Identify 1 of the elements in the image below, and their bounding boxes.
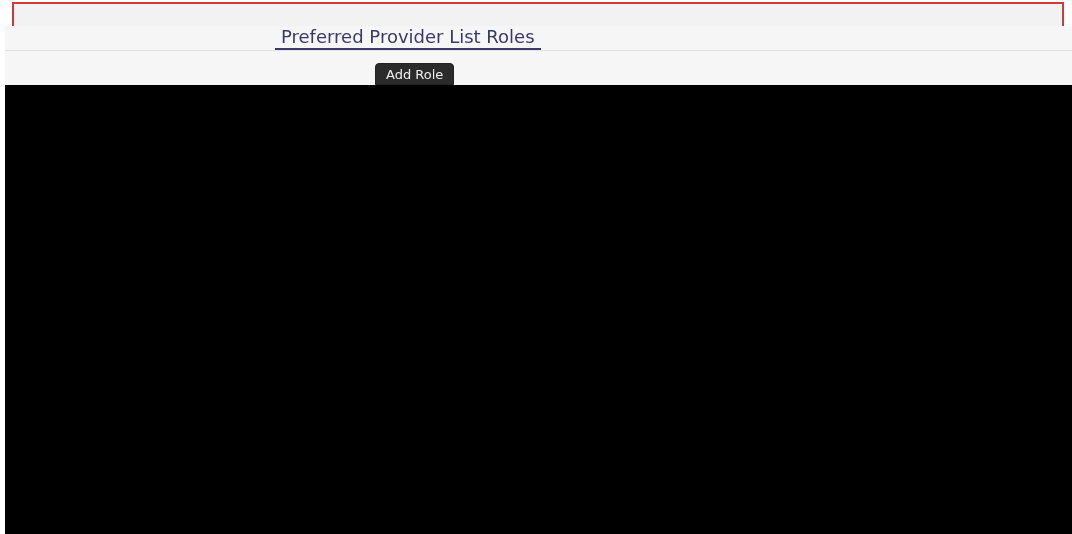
add-button[interactable]: Add Role: [375, 63, 455, 85]
